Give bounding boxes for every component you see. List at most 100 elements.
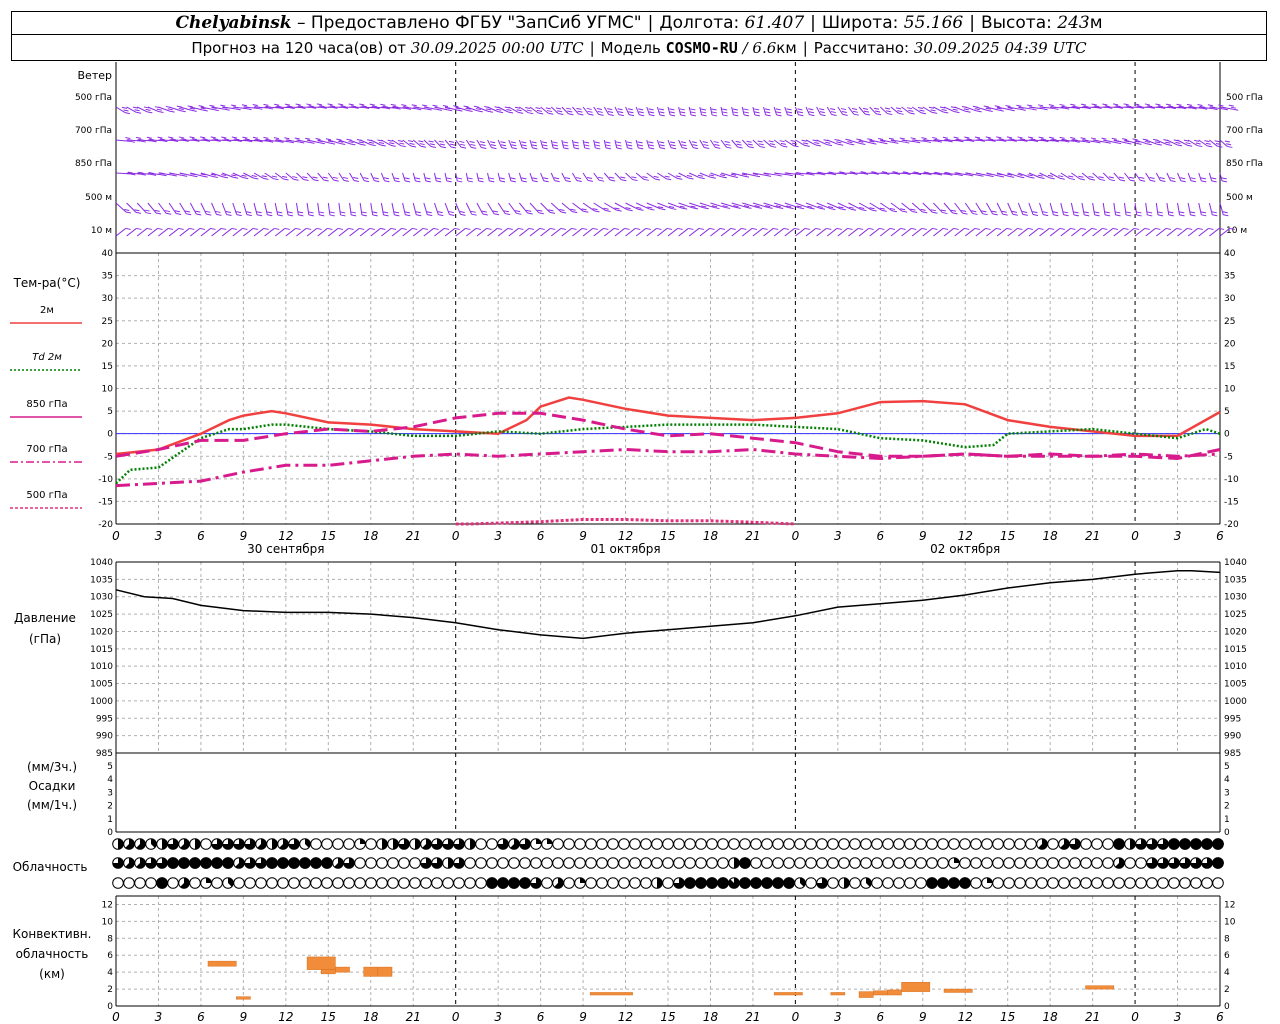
wind-barb: [667, 228, 678, 237]
wind-barb: [412, 172, 416, 182]
wind-barb-feather: [198, 105, 204, 108]
cloud-symbol: [1080, 857, 1092, 869]
wind-barb-feather: [241, 174, 247, 177]
wind-barb-feather: [886, 110, 892, 113]
cloud-symbol-fill: [1179, 838, 1191, 850]
wind-barb-feather: [921, 137, 927, 140]
cloud-symbol: [387, 857, 399, 869]
wind-barb-feather: [746, 140, 752, 143]
wind-barb-feather: [722, 111, 728, 114]
wind-barb-feather: [1147, 105, 1153, 108]
wind-barb-feather: [965, 110, 971, 113]
wind-barb: [306, 202, 310, 215]
wind-barb-feather: [372, 214, 378, 217]
wind-barb-feather: [422, 104, 428, 107]
wind-barb: [890, 228, 901, 237]
wind-barb: [816, 228, 827, 237]
wind-barb-feather: [215, 210, 221, 213]
wind-barb: [338, 228, 349, 237]
cloud-symbol: [640, 857, 652, 869]
wind-barb-feather: [389, 142, 395, 145]
wind-barb-feather: [681, 147, 688, 150]
wind-barb-feather: [637, 141, 643, 144]
wind-barb-feather: [627, 147, 633, 150]
convective-hour-label: 3: [1174, 1010, 1182, 1024]
wind-barb-feather: [380, 103, 386, 106]
wind-barb-feather: [125, 137, 131, 140]
temp-ytick-left: 25: [102, 317, 113, 327]
wind-barb-feather: [191, 138, 198, 141]
wind-barb-feather: [267, 214, 273, 217]
wind-barb-feather: [383, 214, 389, 217]
wind-barb-feather: [1154, 141, 1161, 144]
wind-barb-feather: [436, 108, 443, 111]
wind-barb: [465, 139, 472, 148]
wind-barb-feather: [1059, 177, 1065, 180]
wind-barb-feather: [425, 180, 431, 183]
wind-barb-feather: [669, 108, 675, 111]
wind-barb-feather: [850, 208, 857, 211]
wind-barb-feather: [942, 227, 949, 230]
wind-barb: [614, 139, 618, 149]
wind-barb-feather: [747, 143, 753, 146]
wind-barb-feather: [620, 176, 626, 179]
wind-barb: [625, 139, 628, 149]
wind-barb: [678, 228, 689, 237]
wind-barb-feather: [776, 111, 782, 114]
wind-barb-feather: [189, 227, 195, 230]
cloud-symbol: [761, 857, 773, 869]
day-label: 30 сентября: [247, 542, 324, 556]
cloud-symbol-fill: [1212, 857, 1224, 869]
cloud-symbol: [1124, 857, 1136, 869]
wind-barb-feather: [765, 114, 771, 117]
wind-barb-feather: [702, 141, 708, 144]
wind-barb-feather: [736, 143, 742, 146]
wind-barb-feather: [342, 176, 349, 179]
wind-barb: [306, 228, 318, 237]
wind-barb-feather: [202, 175, 208, 178]
wind-barb-feather: [594, 144, 601, 147]
wind-barb-feather: [469, 141, 475, 144]
pressure-ytick-left: 1035: [90, 575, 113, 585]
wind-barb-feather: [656, 227, 662, 230]
wind-barb-feather: [692, 207, 699, 210]
temp-hour-label: 0: [1131, 529, 1139, 543]
cloud-symbol: [332, 877, 344, 889]
cloud-symbol: [1190, 877, 1202, 889]
wind-barb-feather: [592, 208, 598, 211]
wind-barb-feather: [213, 138, 219, 141]
wind-barb-feather: [146, 136, 152, 139]
wind-barb-feather: [510, 180, 516, 183]
wind-barb-feather: [507, 227, 513, 230]
wind-barb-feather: [129, 140, 136, 143]
pressure-ytick-right: 1040: [1224, 558, 1247, 568]
wind-barb: [975, 202, 984, 214]
wind-barb-feather: [1200, 211, 1206, 214]
wind-barb-feather: [638, 108, 644, 111]
wind-barb-feather: [947, 140, 953, 143]
wind-barb-feather: [372, 211, 378, 214]
wind-barb-feather: [235, 211, 242, 214]
wind-barb-feather: [635, 227, 641, 230]
wind-barb-feather: [584, 141, 590, 144]
wind-barb-feather: [369, 227, 375, 230]
wind-barb-feather: [754, 175, 761, 178]
wind-barb-feather: [147, 111, 153, 114]
wind-barb-feather: [688, 227, 694, 230]
cloud-symbol: [453, 877, 465, 889]
wind-barb-feather: [616, 147, 622, 150]
wind-barb-feather: [1109, 179, 1116, 182]
wind-barb-feather: [1221, 180, 1228, 183]
wind-barb: [869, 228, 880, 237]
wind-barb: [189, 202, 197, 215]
wind-barb-feather: [1059, 136, 1065, 139]
wind-barb-feather: [449, 213, 455, 216]
temp-ytick-right: -5: [1224, 452, 1233, 462]
wind-barb: [412, 228, 424, 237]
wind-barb-feather: [607, 108, 613, 111]
wind-barb-feather: [1068, 175, 1074, 178]
wind-barb-feather: [1102, 103, 1108, 106]
wind-barb-feather: [497, 111, 504, 114]
wind-barb: [1081, 228, 1092, 237]
wind-barb-feather: [830, 173, 837, 176]
